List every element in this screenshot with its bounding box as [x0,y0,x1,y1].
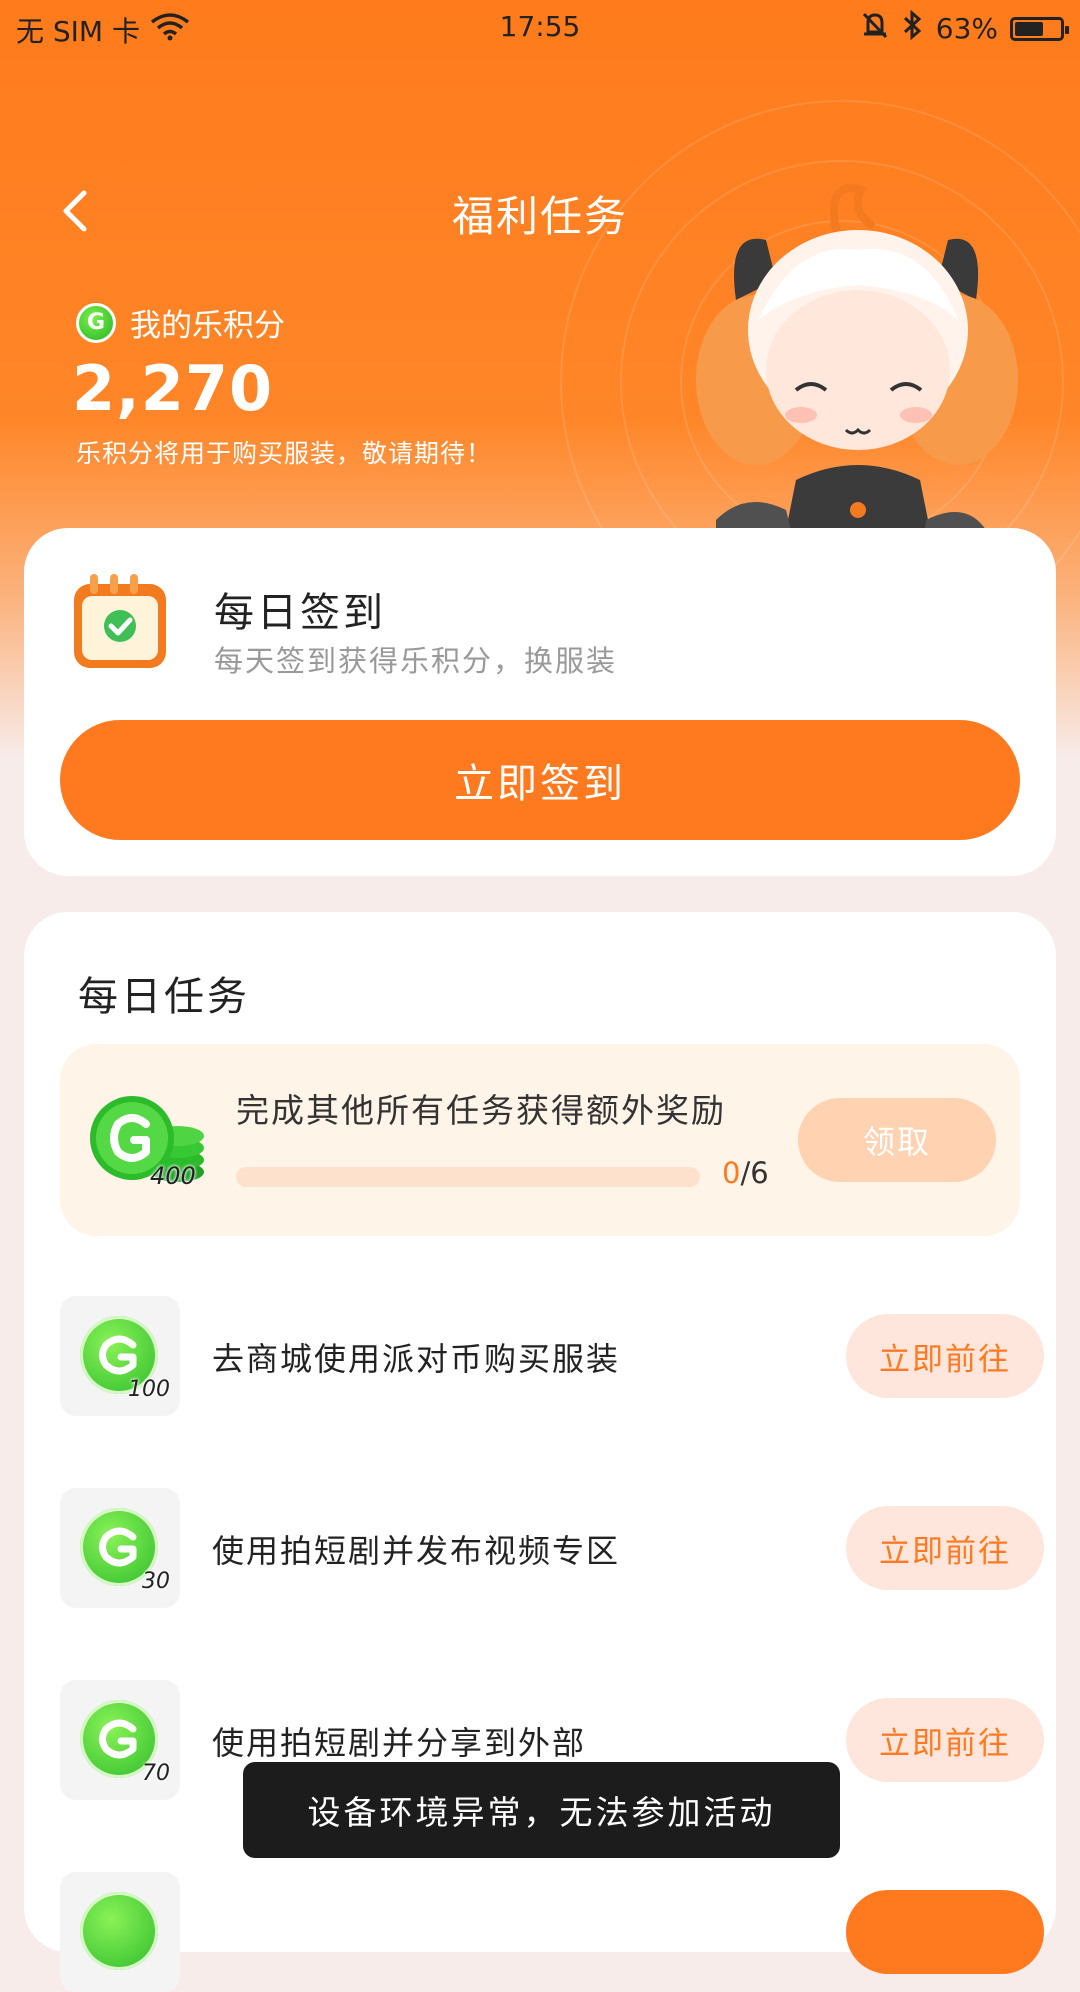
bonus-progress-bar [236,1167,700,1187]
points-coin-icon: G [76,302,116,343]
bonus-progress-done: 0 [722,1156,741,1190]
toast-message: 设备环境异常，无法参加活动 [243,1762,840,1858]
go-button-partial[interactable] [846,1890,1044,1974]
task-reward-amount: 70 [142,1761,170,1786]
task-row: 30 使用拍短剧并发布视频专区 立即前往 [60,1488,1044,1608]
battery-percent: 63% [935,12,998,45]
go-button[interactable]: 立即前往 [846,1506,1044,1590]
checkin-card: 每日签到 每天签到获得乐积分，换服装 立即签到 [24,528,1056,876]
task-row: 100 去商城使用派对币购买服装 立即前往 [60,1296,1044,1416]
bonus-task-text: 完成其他所有任务获得额外奖励 [236,1091,726,1130]
status-bar: 无 SIM 卡 17:55 63% [0,0,1080,52]
task-label: 使用拍短剧并分享到外部 [212,1724,587,1762]
bonus-reward-amount: 400 [150,1162,196,1190]
go-button[interactable]: 立即前往 [846,1314,1044,1398]
task-coin-icon: 100 [60,1296,180,1416]
go-button[interactable]: 立即前往 [846,1698,1044,1782]
bonus-progress-total: /6 [740,1156,769,1190]
mute-icon [860,10,890,47]
bonus-task: 400 完成其他所有任务获得额外奖励 0/6 领取 [60,1044,1020,1236]
points-label: 我的乐积分 [130,308,285,344]
task-coin-icon: 70 [60,1680,180,1800]
bluetooth-icon [902,9,924,47]
checkin-button[interactable]: 立即签到 [60,720,1020,840]
calendar-check-icon [74,574,166,668]
checkin-subtitle: 每天签到获得乐积分，换服装 [214,644,618,678]
checkin-title: 每日签到 [214,590,386,636]
task-coin-icon [60,1872,180,1992]
task-reward-amount: 100 [128,1377,170,1402]
points-note: 乐积分将用于购买服装，敬请期待！ [76,439,493,468]
task-row-partial [60,1872,1044,1992]
task-coin-icon: 30 [60,1488,180,1608]
mascot-illustration [696,184,1018,565]
points-value: 2,270 [72,352,274,425]
task-label: 使用拍短剧并发布视频专区 [212,1532,621,1570]
points-label-row: G 我的乐积分 [76,300,285,345]
claim-button[interactable]: 领取 [798,1098,996,1182]
task-label: 去商城使用派对币购买服装 [212,1340,621,1378]
battery-icon [1010,16,1069,41]
bonus-progress-count: 0/6 [722,1156,769,1190]
task-reward-amount: 30 [142,1569,170,1594]
daily-tasks-title: 每日任务 [78,974,250,1020]
